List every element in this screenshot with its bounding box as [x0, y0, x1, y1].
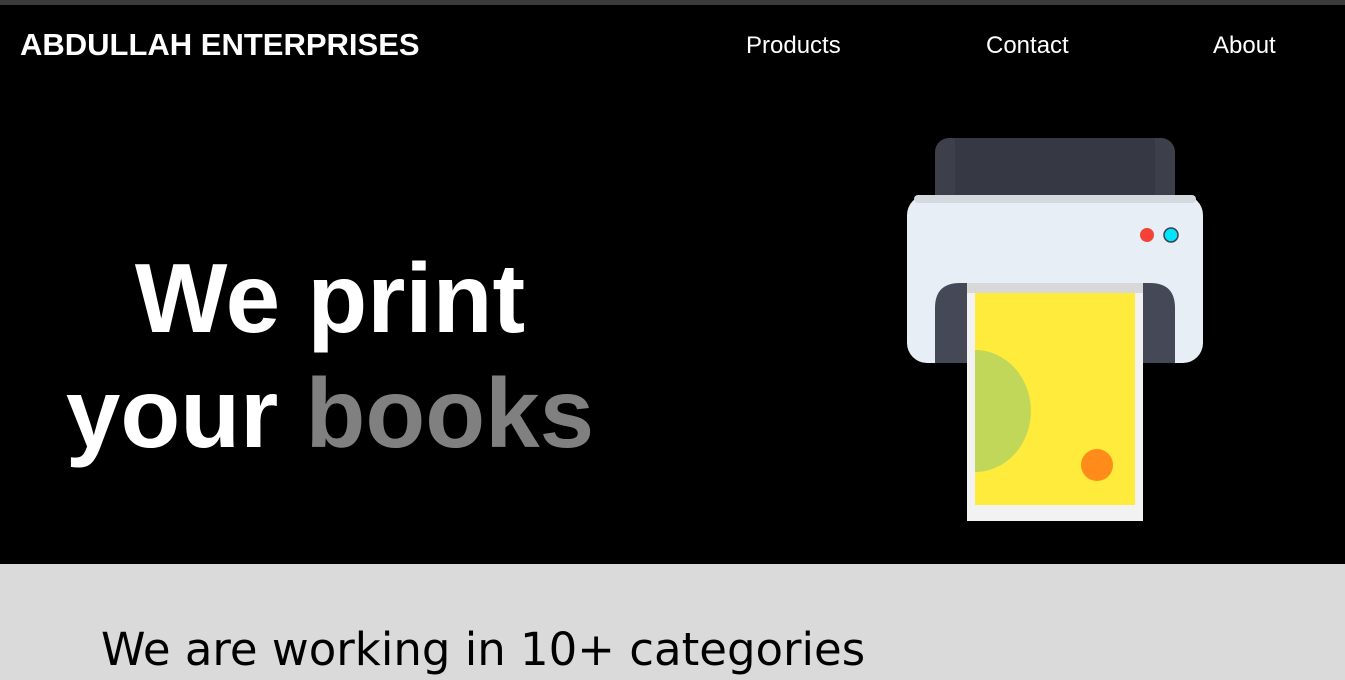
printer-icon: [907, 138, 1203, 521]
headline-word-your: your: [65, 358, 279, 468]
hero-section: ABDULLAH ENTERPRISES Products Contact Ab…: [0, 5, 1345, 564]
nav-about-link[interactable]: About: [1213, 32, 1276, 60]
headline-line-1: We print: [134, 243, 526, 353]
categories-heading: We are working in 10+ categories: [101, 623, 866, 676]
printer-cyan-light-icon: [1163, 227, 1179, 243]
nav-products-link[interactable]: Products: [746, 32, 841, 60]
printer-red-light-icon: [1140, 228, 1154, 242]
printed-page-orange-dot: [1081, 449, 1113, 481]
hero-headline: We print your books: [0, 241, 660, 471]
brand-logo[interactable]: ABDULLAH ENTERPRISES: [20, 27, 420, 63]
nav-contact-link[interactable]: Contact: [986, 32, 1069, 60]
printer-body-top-edge: [914, 195, 1196, 203]
printed-page-shadow: [967, 283, 1143, 293]
headline-word-books: books: [305, 358, 595, 468]
headline-line-2: your books: [0, 356, 660, 471]
